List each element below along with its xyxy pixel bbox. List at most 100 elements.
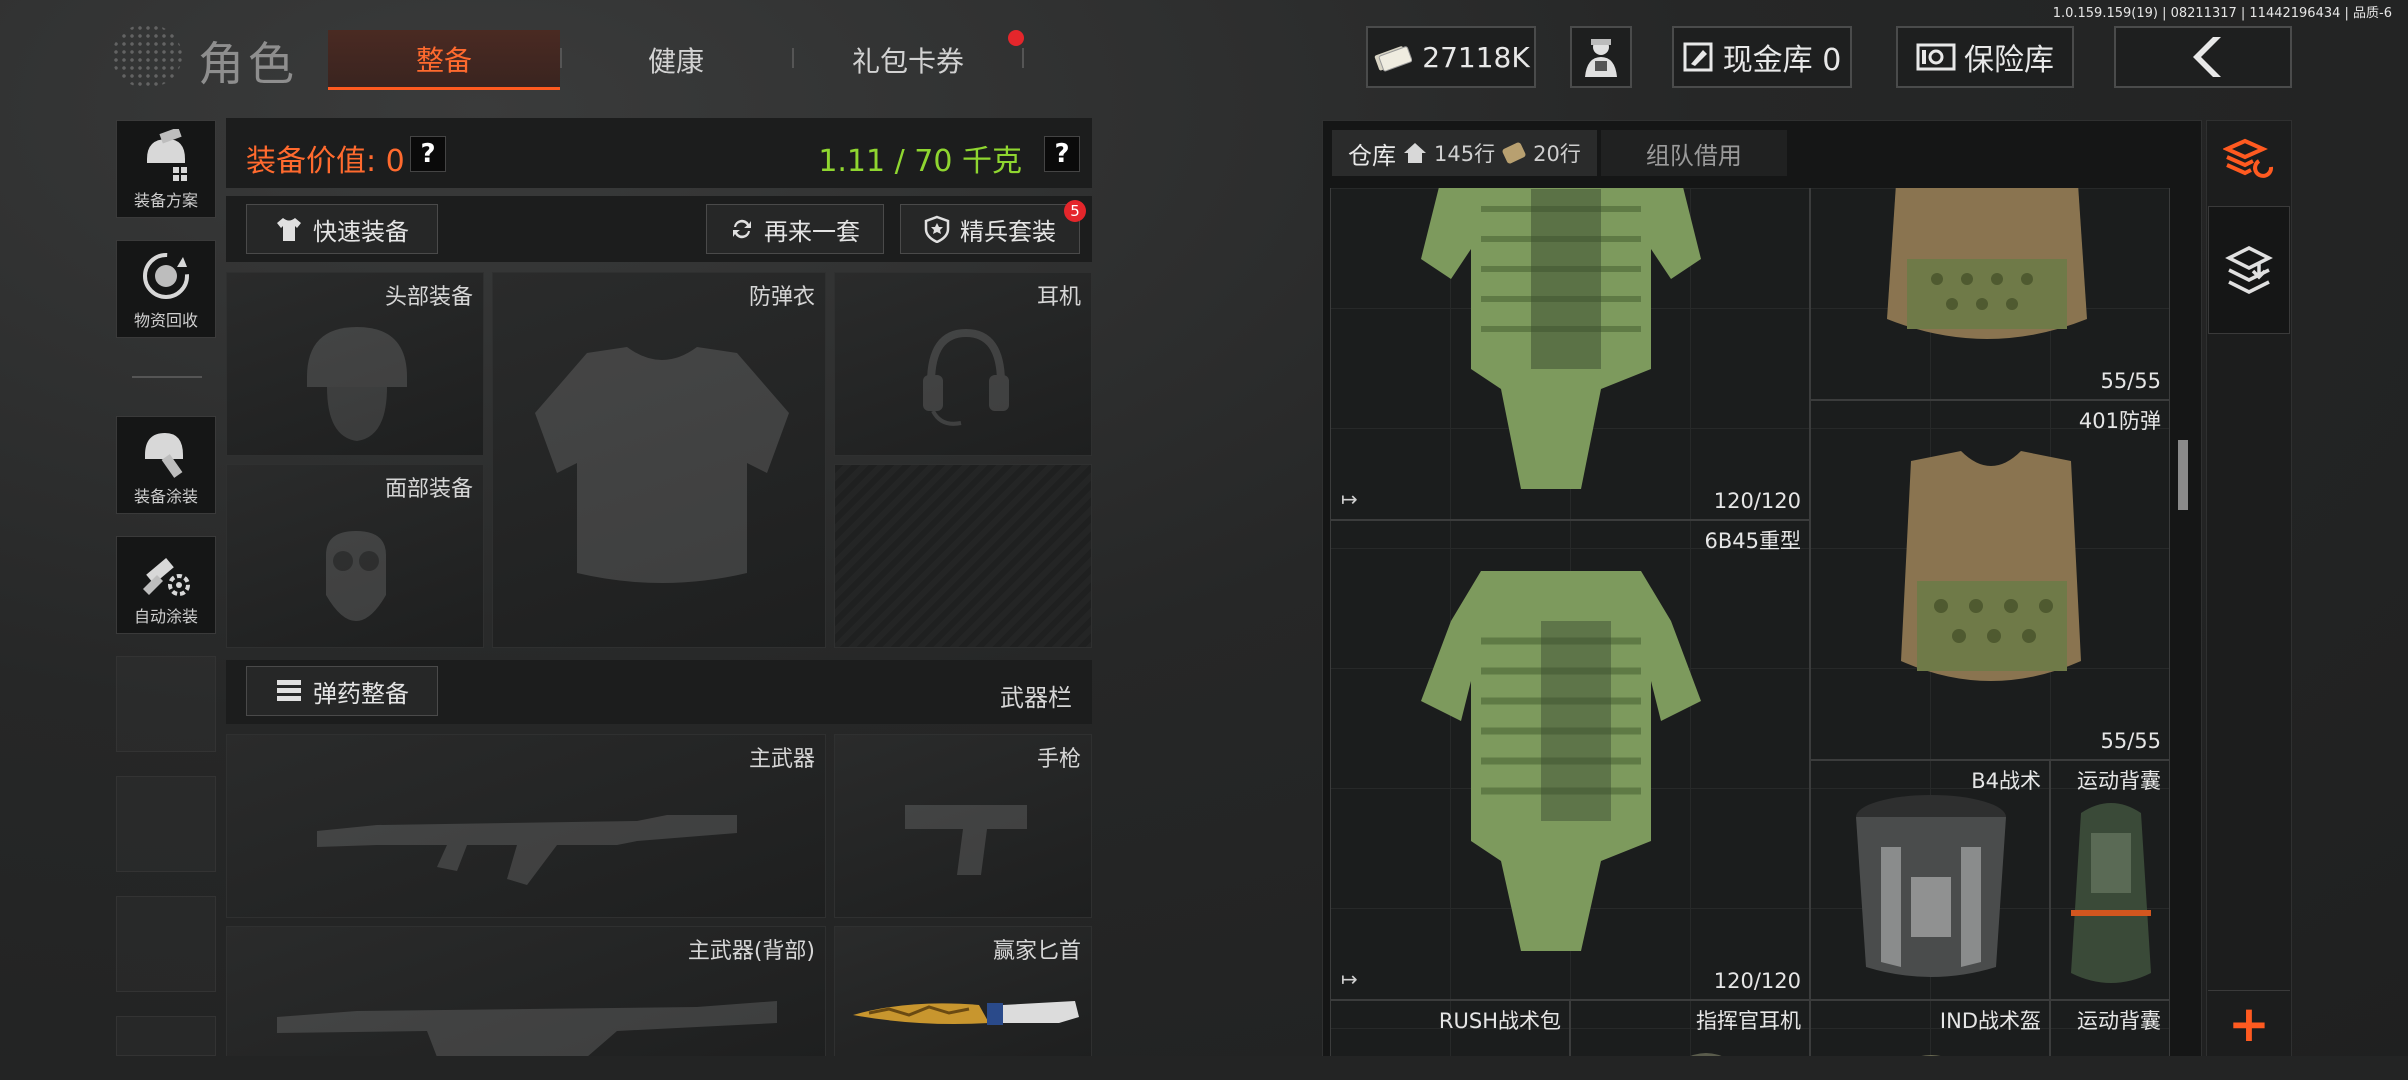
- tab-divider: [1022, 48, 1024, 68]
- warehouse-item[interactable]: 运动背囊: [2050, 1000, 2170, 1060]
- warehouse-scrollbar[interactable]: [2176, 188, 2188, 1058]
- warehouse-item[interactable]: 401防弹 55/55: [1810, 400, 2170, 760]
- version-text: 1.0.159.159(19) | 08211317 | 11442196434…: [2052, 6, 2392, 21]
- slot-headset[interactable]: 耳机: [834, 272, 1092, 456]
- sidebar-item-label: 装备涂装: [133, 487, 198, 506]
- scrollbar-thumb[interactable]: [2178, 440, 2188, 510]
- warehouse-item[interactable]: 指挥官耳机: [1570, 1000, 1810, 1060]
- warehouse-item[interactable]: B4战术: [1810, 760, 2050, 1000]
- warehouse-item[interactable]: RUSH战术包: [1330, 1000, 1570, 1060]
- slot-empty: [834, 464, 1092, 648]
- reroll-button[interactable]: 再来一套: [706, 204, 884, 254]
- safe-icon: [1916, 43, 1956, 71]
- warehouse-tabs: 仓库 145行 20行 组队借用: [1332, 130, 1787, 176]
- layers-refresh-icon: [2223, 138, 2274, 178]
- tab-health[interactable]: 健康: [560, 30, 792, 90]
- tab-warehouse[interactable]: 仓库 145行 20行: [1332, 130, 1597, 176]
- weapon-column-label: 武器栏: [1000, 684, 1072, 712]
- sidebar-divider: [132, 376, 202, 378]
- paint-helmet-icon: [145, 433, 183, 478]
- slot-face[interactable]: 面部装备: [226, 464, 484, 648]
- warehouse-tab-label: 仓库: [1348, 141, 1396, 170]
- shirt-icon: [277, 218, 301, 241]
- sidebar-item-label: 自动涂装: [133, 607, 198, 626]
- item-durability: 55/55: [2100, 369, 2161, 393]
- sidebar-item-loadout-plan[interactable]: 装备方案: [116, 120, 216, 218]
- page-title: 角色: [198, 37, 298, 91]
- add-button[interactable]: +: [2208, 990, 2290, 1056]
- sidebar-item-paint[interactable]: 装备涂装: [116, 416, 216, 514]
- item-name: 401防弹: [2078, 409, 2161, 433]
- slot-melee[interactable]: 赢家匕首: [834, 926, 1092, 1060]
- quick-equip-button[interactable]: 快速装备: [246, 204, 438, 254]
- item-name: 6B45重型: [1704, 529, 1802, 553]
- operator-icon: [1585, 39, 1617, 77]
- sidebar-item-label: 物资回收: [133, 311, 198, 330]
- item-durability: 120/120: [1713, 489, 1801, 513]
- loaned-out-icon: ↦: [1341, 487, 1358, 511]
- warehouse-item[interactable]: IND战术盔: [1810, 1000, 2050, 1060]
- gas-mask-silhouette-icon: [326, 531, 386, 621]
- stash-deposit-button[interactable]: [2208, 206, 2290, 334]
- back-button[interactable]: [2114, 26, 2292, 88]
- cash-vault-label: 现金库 0: [1722, 43, 1842, 78]
- warehouse-item[interactable]: 运动背囊: [2050, 760, 2170, 1000]
- slot-pistol[interactable]: 手枪: [834, 734, 1092, 918]
- slot-head[interactable]: 头部装备: [226, 272, 484, 456]
- warehouse-item[interactable]: ↦ 120/120: [1330, 188, 1810, 520]
- elite-set-button[interactable]: 精兵套装: [900, 204, 1080, 254]
- helmet-silhouette-icon: [307, 327, 407, 441]
- warehouse-item[interactable]: 6B45重型 ↦ 120/120: [1330, 520, 1810, 1000]
- shield-icon: [924, 215, 950, 243]
- value-help-button[interactable]: ?: [410, 136, 446, 172]
- sidebar-item-auto-paint[interactable]: 自动涂装: [116, 536, 216, 634]
- item-name: 运动背囊: [2077, 1009, 2161, 1033]
- slot-label: 面部装备: [384, 477, 473, 502]
- weight-indicator: 1.11 / 70 千克: [818, 144, 1022, 179]
- tan-armor-401-icon: [1901, 451, 2081, 681]
- item-durability: 55/55: [2100, 729, 2161, 753]
- loaned-out-icon: ↦: [1341, 967, 1358, 991]
- slot-label: 头部装备: [384, 285, 473, 310]
- ticket-icon: [1502, 142, 1526, 164]
- slot-label: 防弹衣: [748, 285, 815, 310]
- layers-download-icon: [2225, 246, 2273, 294]
- operator-button[interactable]: [1570, 26, 1632, 88]
- currency-amount: 27118K: [1422, 40, 1530, 74]
- reroll-label: 再来一套: [764, 217, 860, 246]
- cash-vault-button[interactable]: 现金库 0: [1672, 26, 1852, 88]
- weight-help-button[interactable]: ?: [1044, 136, 1080, 172]
- insurance-vault-button[interactable]: 保险库: [1896, 26, 2074, 88]
- sidebar-item-recycle[interactable]: 物资回收: [116, 240, 216, 338]
- slot-armor[interactable]: 防弹衣: [492, 272, 826, 648]
- sidebar-item-label: 装备方案: [133, 191, 198, 210]
- equipment-value: 装备价值: 0: [246, 144, 405, 179]
- elite-set-label: 精兵套装: [960, 217, 1056, 246]
- ammo-icon: [277, 680, 301, 701]
- slot-label: 赢家匕首: [992, 939, 1081, 964]
- item-durability: 120/120: [1713, 969, 1801, 993]
- tab-team-borrow[interactable]: 组队借用: [1600, 130, 1787, 176]
- slot-label: 主武器: [748, 747, 815, 772]
- currency-display[interactable]: 27118K: [1366, 26, 1536, 88]
- sidebar-empty-slot: [116, 776, 216, 872]
- headset-silhouette-icon: [923, 328, 1009, 426]
- ammo-prep-button[interactable]: 弹药整备: [246, 666, 438, 716]
- tab-equip[interactable]: 整备: [328, 30, 560, 90]
- slot-label: 主武器(背部): [687, 939, 815, 964]
- insurance-label: 保险库: [1964, 43, 2054, 78]
- slot-primary-weapon[interactable]: 主武器: [226, 734, 826, 918]
- armor-silhouette-icon: [535, 347, 789, 583]
- warehouse-item[interactable]: 55/55: [1810, 188, 2170, 400]
- sidebar-empty-slot: [116, 896, 216, 992]
- bottom-strip: [0, 1056, 2408, 1080]
- pistol-silhouette-icon: [905, 805, 1027, 875]
- slot-primary-back[interactable]: 主武器(背部): [226, 926, 826, 1060]
- tactical-bag-icon: [1856, 795, 2006, 977]
- role-logo: [112, 24, 182, 88]
- sort-refresh-button[interactable]: [2208, 124, 2290, 190]
- backpack-icon: [2071, 803, 2151, 983]
- tab-gift-cards[interactable]: 礼包卡券: [792, 30, 1024, 90]
- cash-icon: [1375, 46, 1413, 72]
- auto-paint-icon: [143, 558, 190, 596]
